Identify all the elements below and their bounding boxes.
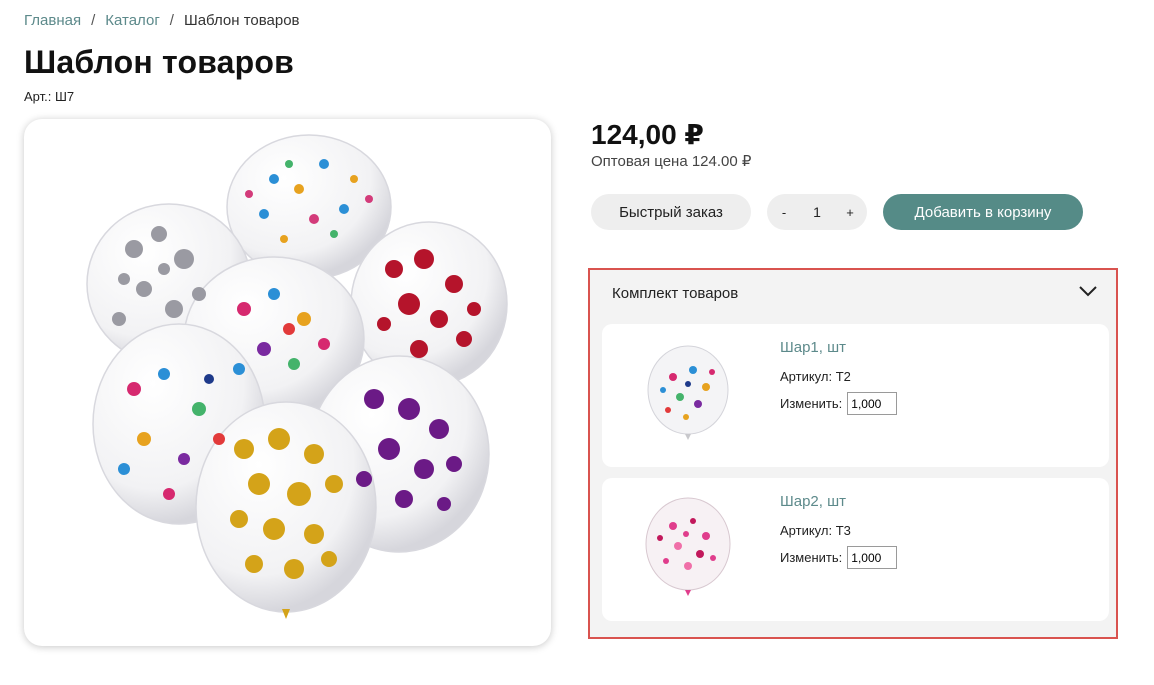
quantity-decrease-button[interactable]: - [777,205,791,220]
breadcrumb: Главная / Каталог / Шаблон товаров [24,12,300,29]
breadcrumb-separator: / [91,12,96,29]
breadcrumb-catalog-link[interactable]: Каталог [105,12,160,29]
bundle-title[interactable]: Комплект товаров [612,285,738,302]
bundle-item-article: Артикул: Т3 [780,523,851,538]
breadcrumb-current: Шаблон товаров [183,12,300,29]
change-label: Изменить: [780,396,843,411]
bundle-item-change: Изменить: [780,546,898,569]
balloon-thumbnail [647,345,729,440]
bundle-item: Шар2, шт Артикул: Т3 Изменить: [602,478,1109,621]
quick-order-button[interactable]: Быстрый заказ [591,194,751,230]
bundle-item-change: Изменить: [780,392,898,415]
product-sku: Арт.: Ш7 [24,89,75,104]
bundle-item-article: Артикул: Т2 [780,369,851,384]
bundle-item-name[interactable]: Шар2, шт [780,493,846,510]
chevron-down-icon[interactable] [1078,284,1098,298]
change-label: Изменить: [780,550,843,565]
bundle-item: Шар1, шт Артикул: Т2 Изменить: [602,324,1109,467]
bundle-panel: Комплект товаров Шар1, шт Артикул: Т2 Из… [588,268,1118,639]
quantity-increase-button[interactable]: + [843,205,857,220]
balloons-image [86,134,508,619]
product-image[interactable] [24,119,551,646]
bundle-item-name[interactable]: Шар1, шт [780,339,846,356]
bundle-item-quantity-input[interactable] [847,546,898,569]
breadcrumb-home-link[interactable]: Главная [24,12,81,29]
product-price: 124,00 ₽ [591,119,704,150]
wholesale-price: Оптовая цена 124.00 ₽ [591,153,752,170]
add-to-cart-button[interactable]: Добавить в корзину [883,194,1083,230]
breadcrumb-separator: / [169,12,174,29]
balloon-thumbnail [645,497,731,596]
quantity-stepper: - 1 + [767,194,867,230]
quantity-value[interactable]: 1 [813,204,821,220]
page-title: Шаблон товаров [24,44,295,80]
bundle-item-quantity-input[interactable] [847,392,898,415]
